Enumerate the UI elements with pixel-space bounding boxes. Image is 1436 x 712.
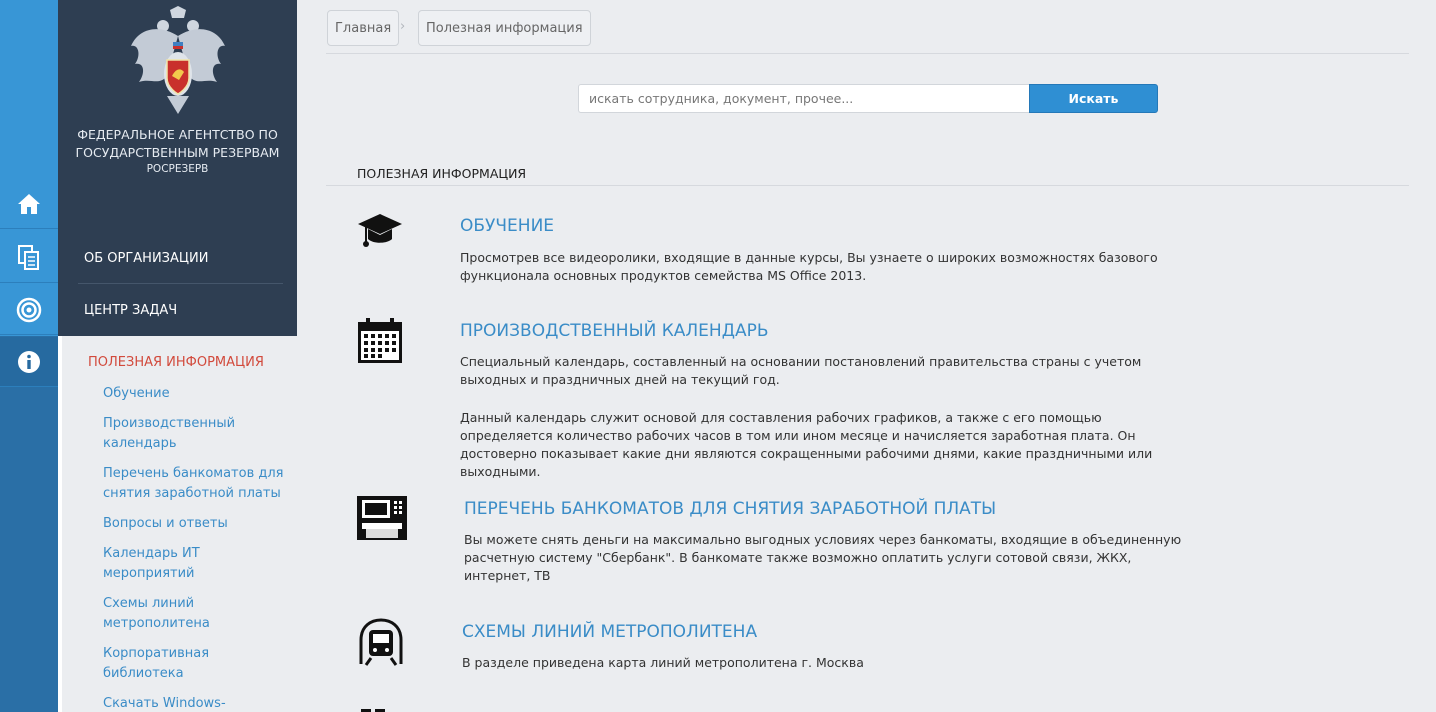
search-input[interactable] (578, 84, 1030, 113)
submenu-link-metro-maps[interactable]: Схемы линий метрополитена (103, 594, 293, 634)
item-text-metro-maps: В разделе приведена карта линий метропол… (462, 655, 864, 670)
home-icon (18, 193, 40, 214)
breadcrumb-current[interactable]: Полезная информация (418, 10, 591, 46)
submenu-link-atm-list[interactable]: Перечень банкоматов для снятия заработно… (103, 464, 293, 504)
rail-documents-button[interactable] (0, 233, 58, 283)
info-icon (18, 350, 40, 373)
graduation-cap-icon (358, 214, 402, 247)
item-text-atm-list: Вы можете снять деньги на максимально вы… (464, 532, 1182, 583)
menu-divider (78, 283, 283, 284)
org-short-name: РОСРЕЗЕРВ (146, 163, 209, 175)
submenu-title-useful-info[interactable]: ПОЛЕЗНАЯ ИНФОРМАЦИЯ (88, 355, 264, 370)
next-item-icon (361, 709, 385, 712)
menu-item-task-center[interactable]: ЦЕНТР ЗАДАЧ (84, 303, 282, 318)
rail-info-button[interactable] (0, 337, 58, 387)
rail-target-button[interactable] (0, 285, 58, 335)
item-title-metro-maps[interactable]: СХЕМЫ ЛИНИЙ МЕТРОПОЛИТЕНА (462, 622, 757, 642)
org-panel: ФЕДЕРАЛЬНОЕ АГЕНТСТВО ПО ГОСУДАРСТВЕННЫМ… (58, 0, 297, 336)
breadcrumb-home[interactable]: Главная (327, 10, 400, 46)
item-text-production-calendar-2: Данный календарь служит основой для сост… (460, 410, 1153, 479)
atm-icon (357, 496, 407, 540)
rail-home-button[interactable] (0, 179, 58, 229)
calendar-icon (358, 318, 402, 363)
icon-rail (0, 0, 58, 712)
item-title-production-calendar[interactable]: ПРОИЗВОДСТВЕННЫЙ КАЛЕНДАРЬ (460, 321, 769, 341)
submenu-link-training[interactable]: Обучение (103, 384, 293, 404)
item-title-training[interactable]: ОБУЧЕНИЕ (460, 216, 554, 236)
rail-lower-area (0, 336, 58, 712)
menu-item-about-organization[interactable]: ОБ ОРГАНИЗАЦИИ (84, 251, 282, 266)
submenu-panel: ПОЛЕЗНАЯ ИНФОРМАЦИЯ Обучение Производств… (58, 336, 297, 712)
submenu-link-it-events-calendar[interactable]: Календарь ИТ мероприятий (103, 544, 293, 584)
section-title: ПОЛЕЗНАЯ ИНФОРМАЦИЯ (357, 166, 527, 181)
section-divider (326, 185, 1409, 186)
submenu-link-corporate-library[interactable]: Корпоративная библиотека (103, 644, 293, 684)
item-title-atm-list[interactable]: ПЕРЕЧЕНЬ БАНКОМАТОВ ДЛЯ СНЯТИЯ ЗАРАБОТНО… (464, 499, 996, 519)
breadcrumb-chevron-icon: › (400, 19, 406, 34)
org-full-name: ФЕДЕРАЛЬНОЕ АГЕНТСТВО ПО ГОСУДАРСТВЕННЫМ… (75, 127, 280, 160)
metro-train-icon (359, 618, 403, 666)
target-icon (16, 297, 42, 322)
submenu-link-production-calendar[interactable]: Производственный календарь (103, 414, 293, 454)
coat-of-arms-emblem (131, 6, 225, 114)
submenu-link-faq[interactable]: Вопросы и ответы (103, 514, 293, 534)
submenu-link-download-windows[interactable]: Скачать Windows- (103, 694, 293, 712)
breadcrumb-divider (326, 53, 1409, 54)
item-text-training: Просмотрев все видеоролики, входящие в д… (460, 250, 1158, 283)
item-text-production-calendar-1: Специальный календарь, составленный на о… (460, 354, 1142, 387)
search-button[interactable]: Искать (1029, 84, 1158, 113)
documents-icon (18, 244, 39, 270)
